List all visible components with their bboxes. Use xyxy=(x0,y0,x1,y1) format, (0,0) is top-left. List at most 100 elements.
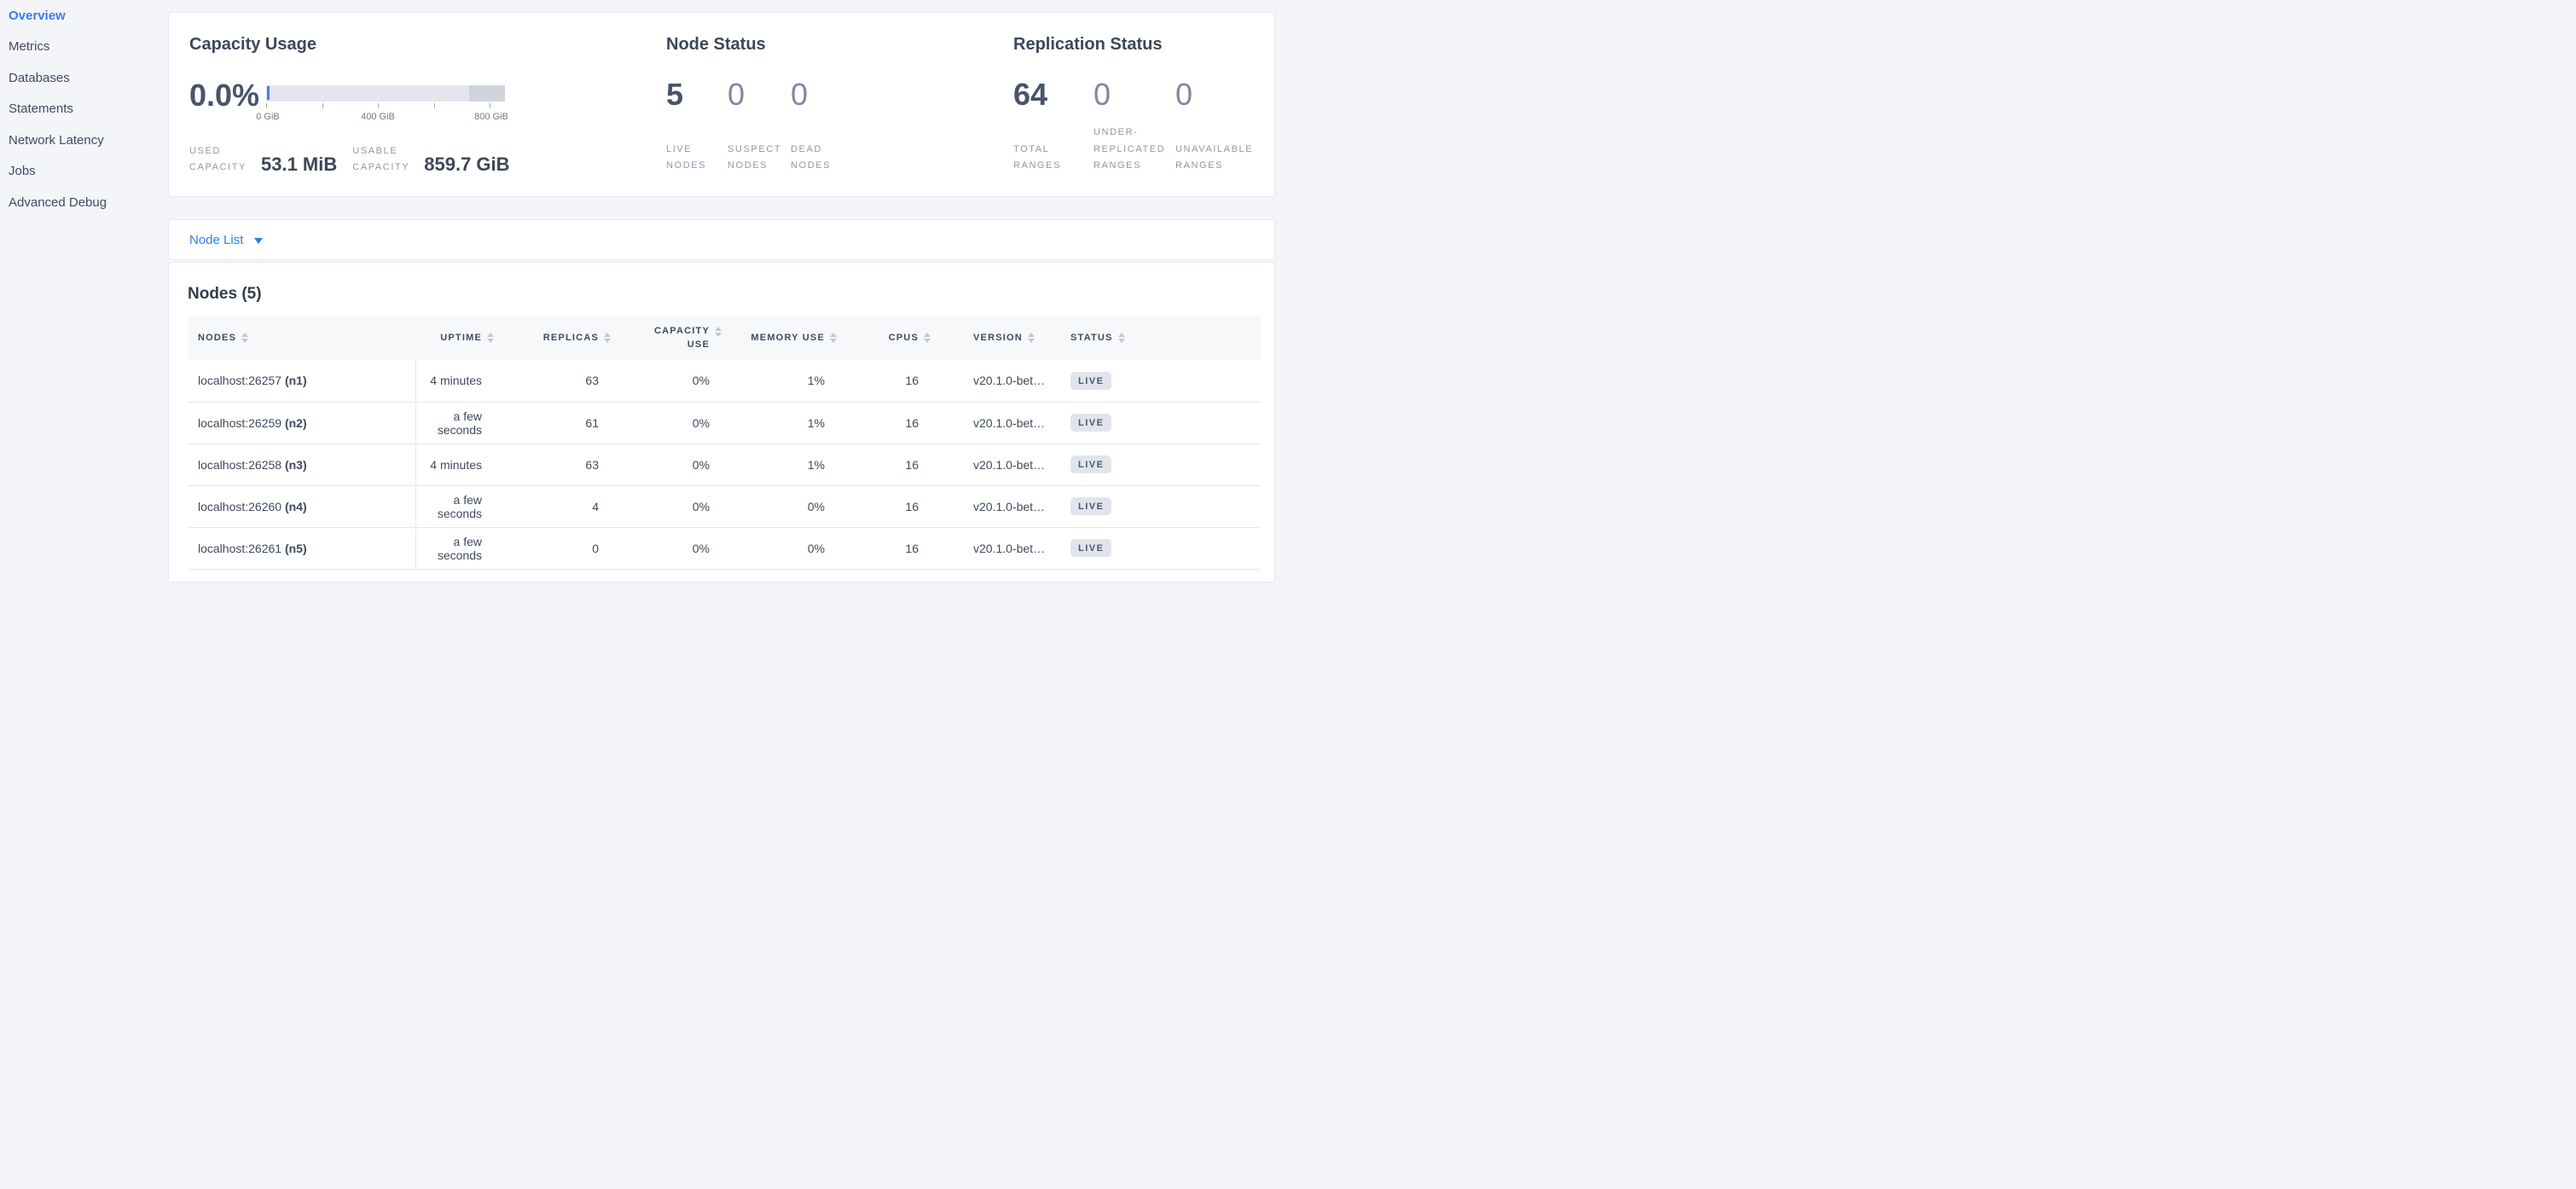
sidebar-item-jobs[interactable]: Jobs xyxy=(9,152,164,188)
sidebar-item-advanced-debug[interactable]: Advanced Debug xyxy=(9,183,164,218)
cluster-summary-card: Capacity Usage 0.0% 0 GiB 400 GiB 800 Gi… xyxy=(168,12,1275,197)
sort-icon[interactable] xyxy=(487,333,494,344)
node-list-bar: Node List xyxy=(168,219,1275,260)
column-label: MEMORY USE xyxy=(751,333,825,343)
suspect-nodes-label: SUSPECT NODES xyxy=(728,142,782,175)
live-nodes-label: LIVE NODES xyxy=(666,142,721,175)
live-nodes-count: 5 xyxy=(666,78,683,112)
node-status-panel: Node Status 5 0 0 LIVE NODES SUSPECT NOD… xyxy=(666,13,973,196)
node-status-title: Node Status xyxy=(666,35,766,55)
status-cell: LIVE xyxy=(1050,485,1261,527)
capacity-use-cell: 0% xyxy=(621,402,732,444)
node-id: (n3) xyxy=(285,458,307,472)
status-cell: LIVE xyxy=(1050,360,1261,402)
under-replicated-label: UNDER-REPLICATED RANGES xyxy=(1094,125,1160,174)
node-cell: localhost:26257 (n1) xyxy=(188,360,415,402)
sort-icon[interactable] xyxy=(924,333,931,344)
table-row[interactable]: localhost:26261 (n5) a few seconds 0 0% … xyxy=(188,527,1261,569)
memory-use-cell: 0% xyxy=(732,485,847,527)
sidebar: Overview Metrics Databases Statements Ne… xyxy=(0,0,164,594)
sidebar-item-statements[interactable]: Statements xyxy=(9,90,164,125)
column-header-nodes[interactable]: NODES xyxy=(188,316,415,360)
under-replicated-count: 0 xyxy=(1094,78,1111,112)
memory-use-cell: 1% xyxy=(732,402,847,444)
replication-status-title: Replication Status xyxy=(1013,35,1162,55)
column-label: REPLICAS xyxy=(543,333,599,343)
uptime-cell: 4 minutes xyxy=(415,360,504,402)
capacity-use-cell: 0% xyxy=(621,527,732,569)
status-cell: LIVE xyxy=(1050,402,1261,444)
status-badge: LIVE xyxy=(1070,539,1111,557)
column-header-status[interactable]: STATUS xyxy=(1050,316,1261,360)
nodes-table: NODES UPTIME REPLICAS CAPACITY USE MEMOR… xyxy=(188,316,1261,570)
capacity-usage-title: Capacity Usage xyxy=(189,35,316,55)
memory-use-cell: 1% xyxy=(732,360,847,402)
sidebar-item-metrics[interactable]: Metrics xyxy=(9,27,164,63)
table-row[interactable]: localhost:26258 (n3) 4 minutes 63 0% 1% … xyxy=(188,444,1261,485)
column-header-replicas[interactable]: REPLICAS xyxy=(504,316,621,360)
column-header-cpus[interactable]: CPUS xyxy=(847,316,941,360)
version-cell: v20.1.0-bet… xyxy=(941,527,1050,569)
table-row[interactable]: localhost:26260 (n4) a few seconds 4 0% … xyxy=(188,485,1261,527)
sort-icon[interactable] xyxy=(604,333,611,344)
node-address-link[interactable]: localhost:26260 xyxy=(198,500,281,513)
table-row[interactable]: localhost:26257 (n1) 4 minutes 63 0% 1% … xyxy=(188,360,1261,402)
uptime-cell: a few seconds xyxy=(415,527,504,569)
column-label: STATUS xyxy=(1070,333,1113,343)
node-address-link[interactable]: localhost:26258 xyxy=(198,458,281,472)
axis-tick xyxy=(266,103,267,108)
node-cell: localhost:26261 (n5) xyxy=(188,527,415,569)
version-cell: v20.1.0-bet… xyxy=(941,360,1050,402)
sort-icon[interactable] xyxy=(1118,333,1125,344)
column-header-capacity-use[interactable]: CAPACITY USE xyxy=(621,316,732,360)
column-label: NODES xyxy=(198,333,236,343)
sort-icon[interactable] xyxy=(830,333,837,344)
sidebar-item-databases[interactable]: Databases xyxy=(9,58,164,94)
dead-nodes-label: DEAD NODES xyxy=(791,142,845,175)
node-id: (n2) xyxy=(285,416,307,430)
cpus-cell: 16 xyxy=(847,527,941,569)
node-cell: localhost:26259 (n2) xyxy=(188,402,415,444)
capacity-bar-used xyxy=(267,86,270,100)
node-address-link[interactable]: localhost:26257 xyxy=(198,374,281,387)
axis-tick-label: 400 GiB xyxy=(361,112,395,122)
replicas-cell: 4 xyxy=(504,485,621,527)
node-cell: localhost:26260 (n4) xyxy=(188,485,415,527)
column-header-version[interactable]: VERSION xyxy=(941,316,1050,360)
status-badge: LIVE xyxy=(1070,497,1111,515)
capacity-percent: 0.0% xyxy=(189,78,259,113)
column-header-uptime[interactable]: UPTIME xyxy=(415,316,504,360)
column-label: UPTIME xyxy=(440,333,482,343)
sort-icon[interactable] xyxy=(1028,333,1035,344)
cpus-cell: 16 xyxy=(847,485,941,527)
sidebar-item-network-latency[interactable]: Network Latency xyxy=(9,120,164,156)
status-cell: LIVE xyxy=(1050,444,1261,485)
column-header-memory-use[interactable]: MEMORY USE xyxy=(732,316,847,360)
memory-use-cell: 0% xyxy=(732,527,847,569)
replicas-cell: 63 xyxy=(504,360,621,402)
node-id: (n1) xyxy=(285,374,307,387)
dead-nodes-count: 0 xyxy=(791,78,808,112)
version-cell: v20.1.0-bet… xyxy=(941,444,1050,485)
sort-icon[interactable] xyxy=(715,327,722,338)
unavailable-label: UNAVAILABLE RANGES xyxy=(1175,142,1257,175)
usable-capacity-stat: USABLE CAPACITY 859.7 GiB xyxy=(352,143,509,177)
cpus-cell: 16 xyxy=(847,444,941,485)
capacity-bar-chart: 0 GiB 400 GiB 800 GiB xyxy=(266,85,505,102)
cpus-cell: 16 xyxy=(847,360,941,402)
node-address-link[interactable]: localhost:26261 xyxy=(198,542,281,555)
sort-icon[interactable] xyxy=(241,333,248,344)
uptime-cell: 4 minutes xyxy=(415,444,504,485)
node-list-dropdown[interactable]: Node List xyxy=(189,233,263,247)
replicas-cell: 63 xyxy=(504,444,621,485)
node-address-link[interactable]: localhost:26259 xyxy=(198,416,281,430)
table-row[interactable]: localhost:26259 (n2) a few seconds 61 0%… xyxy=(188,402,1261,444)
cluster-overview-page: Overview Metrics Databases Statements Ne… xyxy=(0,0,1288,594)
table-header-row: NODES UPTIME REPLICAS CAPACITY USE MEMOR… xyxy=(188,316,1261,360)
usable-capacity-label: USABLE CAPACITY xyxy=(352,143,421,177)
capacity-bar-track xyxy=(266,85,505,102)
cpus-cell: 16 xyxy=(847,402,941,444)
capacity-use-cell: 0% xyxy=(621,444,732,485)
replicas-cell: 0 xyxy=(504,527,621,569)
node-cell: localhost:26258 (n3) xyxy=(188,444,415,485)
